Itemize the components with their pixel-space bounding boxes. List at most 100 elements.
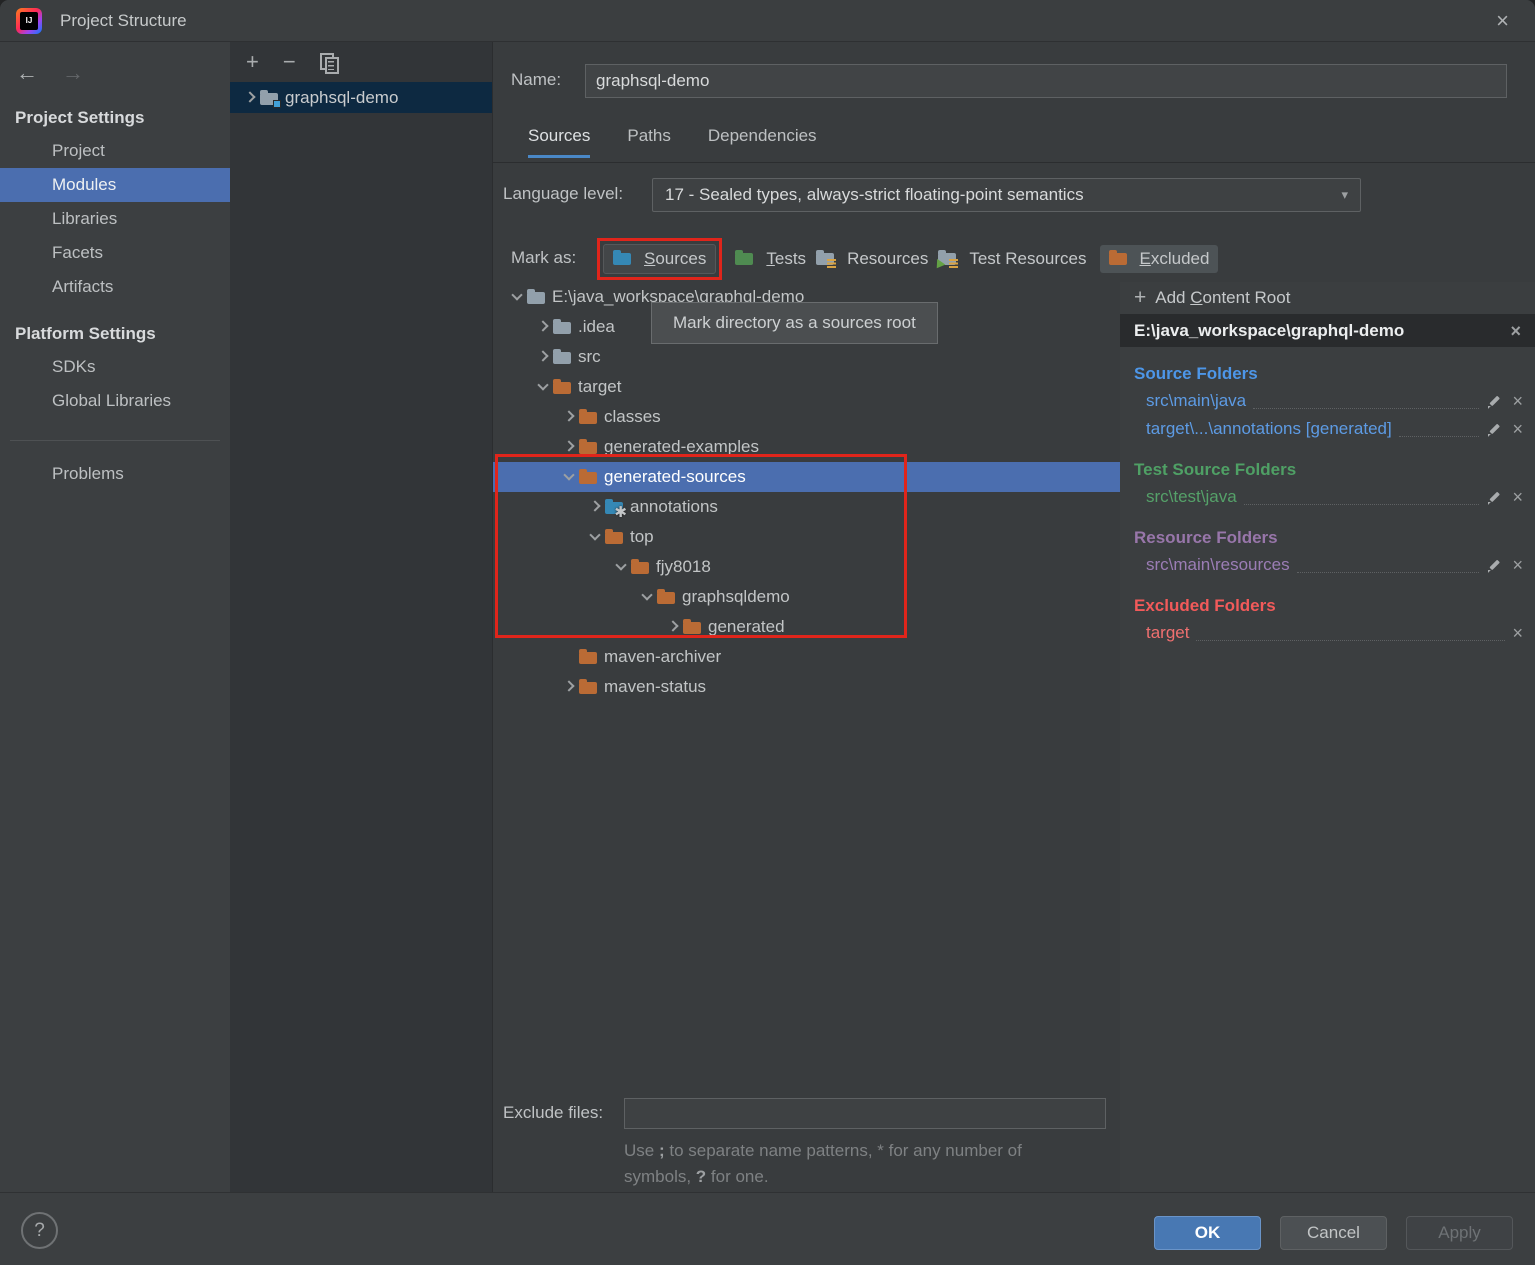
- tree-label: generated-examples: [604, 437, 759, 457]
- sidebar-item-global-libraries[interactable]: Global Libraries: [0, 384, 230, 418]
- chevron-placeholder: [559, 647, 579, 667]
- sidebar-item-artifacts[interactable]: Artifacts: [0, 270, 230, 304]
- sidebar-item-sdks[interactable]: SDKs: [0, 350, 230, 384]
- tree-item-src[interactable]: src: [493, 342, 1121, 372]
- help-button[interactable]: ?: [21, 1212, 58, 1249]
- tree-label: classes: [604, 407, 661, 427]
- tree-item-annotations[interactable]: ✱ annotations: [493, 492, 1121, 522]
- chevron-right-icon[interactable]: [559, 437, 579, 457]
- tree-item-maven-archiver[interactable]: maven-archiver: [493, 642, 1121, 672]
- folder-path-link[interactable]: src\main\resources: [1146, 555, 1290, 575]
- tree-item-generated-sources[interactable]: generated-sources: [493, 462, 1121, 492]
- excluded-folder-icon: [683, 622, 701, 634]
- tab-dependencies[interactable]: Dependencies: [708, 126, 817, 158]
- mark-resources-button[interactable]: Resources: [811, 245, 933, 273]
- chevron-down-icon[interactable]: [585, 527, 605, 547]
- sidebar-item-project[interactable]: Project: [0, 134, 230, 168]
- chevron-down-icon[interactable]: [611, 557, 631, 577]
- gray-folder-stripes-icon: [816, 253, 834, 265]
- project-settings-header: Project Settings: [0, 88, 230, 134]
- remove-icon[interactable]: ×: [1512, 556, 1523, 574]
- chevron-right-icon[interactable]: [240, 88, 260, 108]
- tree-item-target[interactable]: target: [493, 372, 1121, 402]
- source-folder-item[interactable]: target\...\annotations [generated] ×: [1120, 415, 1535, 443]
- gray-folder-stripes-arrow-icon: [938, 253, 956, 265]
- resource-folder-item[interactable]: src\main\resources ×: [1120, 551, 1535, 579]
- remove-icon[interactable]: ×: [1512, 488, 1523, 506]
- tab-paths[interactable]: Paths: [627, 126, 670, 158]
- tree-item-top[interactable]: top: [493, 522, 1121, 552]
- window-close-icon[interactable]: ×: [1496, 8, 1509, 34]
- copy-icon[interactable]: [320, 53, 337, 72]
- source-folders-header: Source Folders: [1134, 364, 1535, 384]
- sidebar-item-libraries[interactable]: Libraries: [0, 202, 230, 236]
- edit-icon[interactable]: [1486, 394, 1500, 408]
- mark-excluded-button[interactable]: Excluded: [1100, 245, 1219, 273]
- tree-label: maven-archiver: [604, 647, 721, 667]
- chevron-right-icon[interactable]: [663, 617, 683, 637]
- chevron-down-icon[interactable]: [559, 467, 579, 487]
- remove-icon[interactable]: ×: [1512, 392, 1523, 410]
- sidebar-item-modules[interactable]: Modules: [0, 168, 230, 202]
- cancel-button[interactable]: Cancel: [1280, 1216, 1387, 1250]
- remove-icon[interactable]: ×: [1512, 624, 1523, 642]
- chevron-right-icon[interactable]: [559, 677, 579, 697]
- folder-path-link[interactable]: target\...\annotations [generated]: [1146, 419, 1392, 439]
- chevron-right-icon[interactable]: [533, 317, 553, 337]
- edit-icon[interactable]: [1486, 558, 1500, 572]
- folder-path-link[interactable]: src\main\java: [1146, 391, 1246, 411]
- chevron-down-icon[interactable]: [637, 587, 657, 607]
- excluded-folder-item[interactable]: target ×: [1120, 619, 1535, 647]
- platform-settings-header: Platform Settings: [0, 304, 230, 350]
- chevron-down-icon[interactable]: [507, 287, 527, 307]
- remove-icon[interactable]: ×: [1512, 420, 1523, 438]
- chevron-right-icon[interactable]: [559, 407, 579, 427]
- ok-button[interactable]: OK: [1154, 1216, 1261, 1250]
- chevron-right-icon[interactable]: [533, 347, 553, 367]
- tree-item-maven-status[interactable]: maven-status: [493, 672, 1121, 702]
- intellij-logo-icon: [16, 8, 42, 34]
- add-icon[interactable]: +: [246, 52, 259, 72]
- chevron-right-icon[interactable]: [585, 497, 605, 517]
- remove-icon[interactable]: −: [283, 52, 296, 72]
- test-source-folder-item[interactable]: src\test\java ×: [1120, 483, 1535, 511]
- sidebar-item-problems[interactable]: Problems: [0, 457, 230, 491]
- source-folder-item[interactable]: src\main\java ×: [1120, 387, 1535, 415]
- folder-path-link[interactable]: src\test\java: [1146, 487, 1237, 507]
- mark-sources-button[interactable]: Sources: [603, 244, 716, 274]
- tree-item-generated[interactable]: generated: [493, 612, 1121, 642]
- resource-folders-header: Resource Folders: [1134, 528, 1535, 548]
- exclude-files-input[interactable]: [624, 1098, 1106, 1129]
- tree-label: generated: [708, 617, 785, 637]
- sidebar-item-facets[interactable]: Facets: [0, 236, 230, 270]
- module-name-input[interactable]: [585, 64, 1507, 98]
- edit-icon[interactable]: [1486, 490, 1500, 504]
- remove-content-root-icon[interactable]: ×: [1510, 322, 1521, 340]
- excluded-folder-icon: [579, 682, 597, 694]
- exclude-files-row: Exclude files:: [493, 1098, 1121, 1130]
- apply-button: Apply: [1406, 1216, 1513, 1250]
- back-arrow-icon[interactable]: ←: [16, 60, 38, 86]
- folder-icon: [527, 292, 545, 304]
- tree-item-fjy8018[interactable]: fjy8018: [493, 552, 1121, 582]
- tree-item-graphsqldemo[interactable]: graphsqldemo: [493, 582, 1121, 612]
- tree-label: src: [578, 347, 601, 367]
- module-toolbar: + −: [230, 42, 492, 82]
- chevron-down-icon[interactable]: [533, 377, 553, 397]
- edit-icon[interactable]: [1486, 422, 1500, 436]
- annotation-box-sources: Sources: [597, 238, 722, 280]
- tree-item-classes[interactable]: classes: [493, 402, 1121, 432]
- excluded-folder-icon: [553, 382, 571, 394]
- tab-sources[interactable]: Sources: [528, 126, 590, 158]
- excluded-folders-header: Excluded Folders: [1134, 596, 1535, 616]
- mark-tests-button[interactable]: Tests: [730, 245, 811, 273]
- add-content-root-button[interactable]: + Add Content Root: [1120, 282, 1535, 314]
- tree-label: target: [578, 377, 621, 397]
- content-root-header[interactable]: E:\java_workspace\graphql-demo ×: [1120, 314, 1535, 347]
- language-level-select[interactable]: 17 - Sealed types, always-strict floatin…: [652, 178, 1361, 212]
- folder-path-link[interactable]: target: [1146, 623, 1189, 643]
- module-row-graphsql-demo[interactable]: graphsql-demo: [230, 82, 492, 113]
- dropdown-arrow-icon: ▾: [1341, 187, 1348, 203]
- mark-test-resources-button[interactable]: Test Resources: [933, 245, 1091, 273]
- tree-item-generated-examples[interactable]: generated-examples: [493, 432, 1121, 462]
